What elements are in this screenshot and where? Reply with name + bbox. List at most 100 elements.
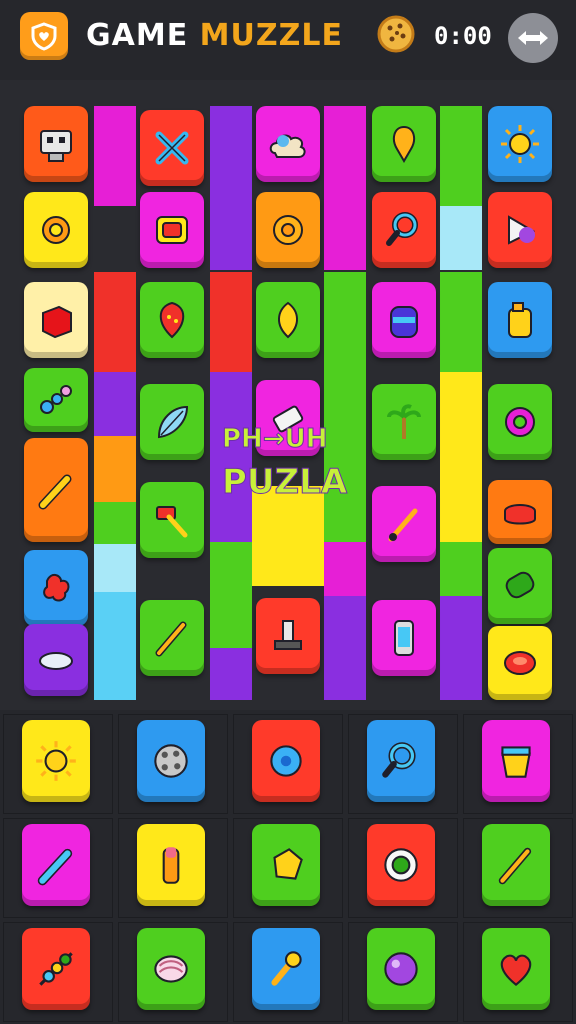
tray-tile[interactable] (482, 824, 550, 906)
tray-tile[interactable] (137, 720, 205, 802)
game-board (0, 96, 576, 716)
red-pill-icon (497, 640, 543, 686)
puck-icon (33, 637, 79, 683)
board-band (210, 106, 252, 270)
tile-potion-jar[interactable] (372, 282, 436, 358)
board-band (94, 544, 136, 592)
potion-jar-icon (381, 297, 427, 343)
board-band (324, 372, 366, 542)
palm-tree-icon (381, 399, 427, 445)
tray-tile[interactable] (367, 928, 435, 1010)
tile-cog[interactable] (488, 384, 552, 460)
board-band (94, 502, 136, 544)
tile-balloon[interactable] (372, 106, 436, 182)
ring-icon (265, 207, 311, 253)
tray-tile[interactable] (22, 928, 90, 1010)
board-band (440, 596, 482, 700)
board-band (210, 648, 252, 700)
board-band (94, 592, 136, 700)
tray-tile[interactable] (367, 824, 435, 906)
shield-heart-icon[interactable] (20, 12, 68, 60)
tile-robot-block[interactable] (24, 106, 88, 182)
board-band (440, 477, 482, 542)
tray-tile[interactable] (252, 824, 320, 906)
tray-tile[interactable] (22, 720, 90, 802)
skewer-icon (32, 945, 80, 993)
tile-wrench-cross[interactable] (140, 110, 204, 186)
tile-palm-tree[interactable] (372, 384, 436, 460)
tile-cloud[interactable] (256, 106, 320, 182)
cookie-icon (147, 737, 195, 785)
tile-stamp[interactable] (256, 598, 320, 674)
tile-pencil[interactable] (140, 600, 204, 676)
tile-splat[interactable] (24, 550, 88, 626)
board-band (94, 372, 136, 436)
board-band (210, 596, 252, 648)
tile-strawberry[interactable] (140, 282, 204, 358)
bucket-icon (492, 737, 540, 785)
tray-tile[interactable] (137, 928, 205, 1010)
feather-leaf-icon (149, 399, 195, 445)
cloud-icon (265, 121, 311, 167)
phone-icon (381, 615, 427, 661)
tile-brush[interactable] (372, 486, 436, 562)
cog-icon (497, 399, 543, 445)
board-band (252, 486, 324, 586)
board-band (324, 106, 366, 270)
sun-icon (497, 121, 543, 167)
tray-tile[interactable] (22, 824, 90, 906)
marker-icon (32, 841, 80, 889)
tile-crayon[interactable] (24, 438, 88, 542)
tile-eraser[interactable] (256, 380, 320, 456)
cookie-icon (376, 14, 416, 54)
tile-pepper[interactable] (488, 548, 552, 624)
tile-cone[interactable] (488, 192, 552, 268)
board-band (324, 542, 366, 596)
double-arrow-icon[interactable] (508, 13, 558, 63)
cube-icon (262, 841, 310, 889)
board-band (440, 372, 482, 477)
magnifier-icon (377, 737, 425, 785)
tile-magnifier[interactable] (372, 192, 436, 268)
tile-phone[interactable] (372, 600, 436, 676)
tile-hammer[interactable] (140, 482, 204, 558)
tray-tile[interactable] (482, 720, 550, 802)
tile-tray (0, 710, 576, 1024)
tile-red-button[interactable] (140, 192, 204, 268)
tile-bowl[interactable] (488, 480, 552, 544)
tile-feather-leaf[interactable] (140, 384, 204, 460)
stamp-icon (265, 613, 311, 659)
tile-puck[interactable] (24, 624, 88, 696)
bead-chain-icon (33, 377, 79, 423)
board-band (94, 272, 136, 372)
pepper-icon (497, 563, 543, 609)
lipstick-icon (147, 841, 195, 889)
balloon-icon (381, 121, 427, 167)
board-band (94, 436, 136, 502)
tile-lemon[interactable] (256, 282, 320, 358)
title-part-muzzle: MUZZLE (199, 18, 343, 53)
bowl-icon (497, 489, 543, 535)
tile-gear-sun[interactable] (24, 192, 88, 268)
board-band (210, 272, 252, 372)
red-button-icon (149, 207, 195, 253)
tile-bead-chain[interactable] (24, 368, 88, 432)
board-band (440, 542, 482, 596)
heart-icon (492, 945, 540, 993)
tray-tile[interactable] (137, 824, 205, 906)
gear-blue-icon (262, 737, 310, 785)
tray-tile[interactable] (252, 720, 320, 802)
tray-tile[interactable] (367, 720, 435, 802)
tile-red-pill[interactable] (488, 626, 552, 700)
tile-ring[interactable] (256, 192, 320, 268)
board-band (440, 206, 482, 270)
tile-bottle[interactable] (488, 282, 552, 358)
board-band (440, 272, 482, 372)
tile-red-box[interactable] (24, 282, 88, 358)
tray-tile[interactable] (482, 928, 550, 1010)
tray-tile[interactable] (252, 928, 320, 1010)
board-band (324, 596, 366, 700)
wrench-cross-icon (149, 125, 195, 171)
board-band (210, 372, 252, 542)
tile-sun[interactable] (488, 106, 552, 182)
